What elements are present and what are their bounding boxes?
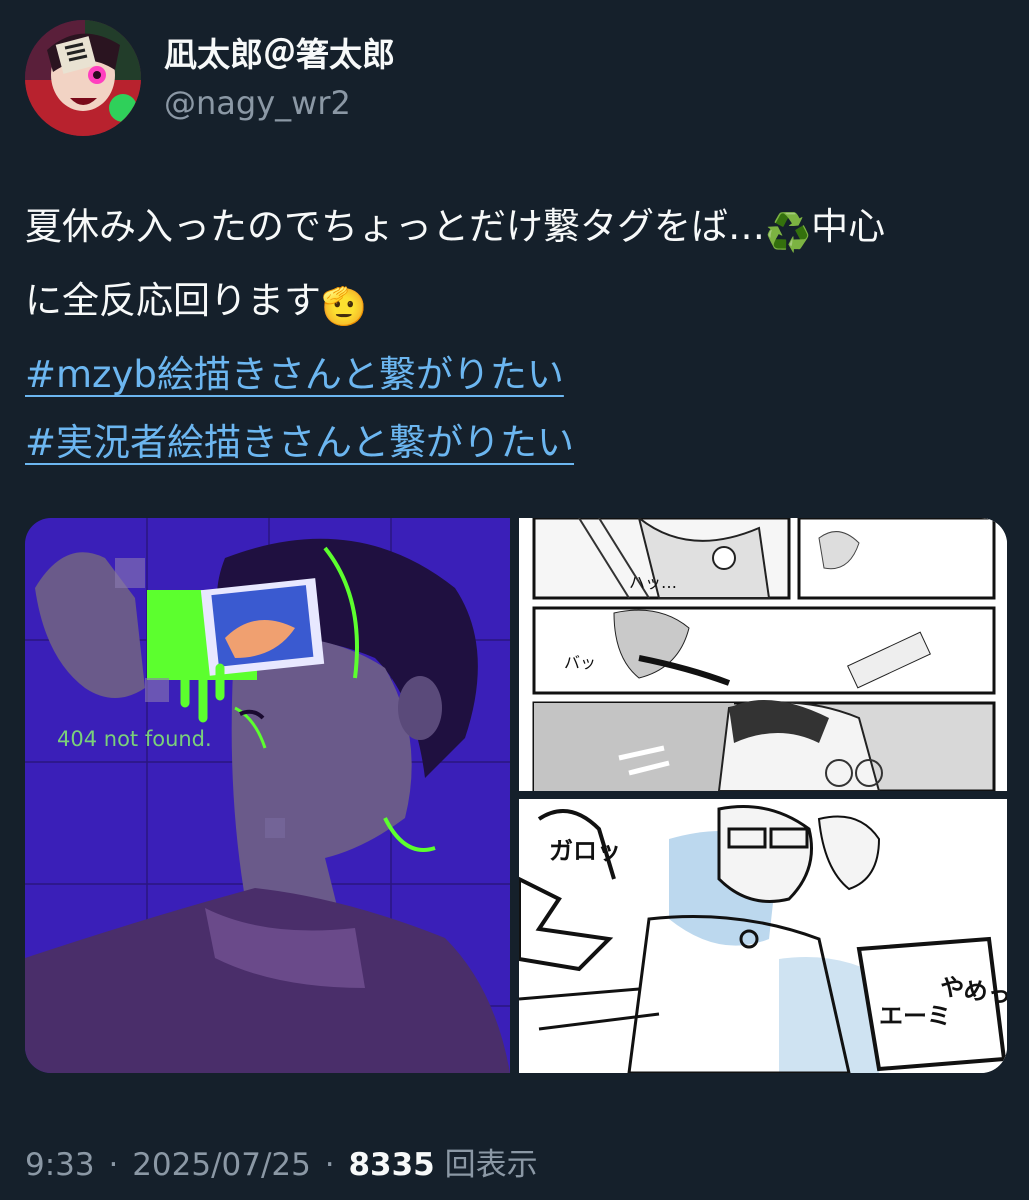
separator: · xyxy=(324,1147,335,1183)
comic-sfx: ガロッ xyxy=(549,837,621,865)
user-handle[interactable]: @nagy_wr2 xyxy=(164,84,351,122)
comic-sfx: バッ xyxy=(564,653,596,672)
tweet-text: 夏休み入ったのでちょっとだけ繋タグをば…♻️中心 に全反応回ります🫡 #mzyb… xyxy=(25,193,1010,477)
pointing-emoji-icon: 🫡 xyxy=(321,285,368,328)
media-image-illustration[interactable]: 404 not found. xyxy=(25,518,510,1073)
illustration-caption: 404 not found. xyxy=(57,727,212,751)
tweet-meta: 9:33 · 2025/07/25 · 8335 回表示 xyxy=(25,1139,538,1184)
media-image-comic-2[interactable]: ガロッ やめっ エーミ xyxy=(519,799,1007,1073)
tweet-text-segment: に全反応回ります xyxy=(25,279,321,322)
tweet-text-line-2: に全反応回ります🫡 xyxy=(25,267,1010,341)
views-label: 回表示 xyxy=(444,1147,538,1183)
avatar-image xyxy=(25,20,141,136)
comic-page-1-artwork: ハッ… バッ xyxy=(519,518,1007,791)
tweet-text-segment: 中心 xyxy=(811,205,886,248)
hashtag-line: #実況者絵描きさんと繋がりたい xyxy=(25,409,1010,477)
comic-sfx: エーミ xyxy=(879,1002,951,1030)
tweet-time[interactable]: 9:33 xyxy=(25,1147,95,1183)
recycle-emoji-icon: ♻️ xyxy=(765,211,812,254)
tweet-text-segment: 夏休み入ったのでちょっとだけ繋タグをば… xyxy=(25,205,765,248)
comic-sfx: ハッ… xyxy=(629,573,677,592)
hashtag-link-jikkyosha[interactable]: #実況者絵描きさんと繋がりたい xyxy=(25,409,574,477)
comic-page-2-artwork: ガロッ やめっ エーミ xyxy=(519,799,1007,1073)
tweet-text-line-1: 夏休み入ったのでちょっとだけ繋タグをば…♻️中心 xyxy=(25,193,1010,267)
hashtag-line: #mzyb絵描きさんと繋がりたい xyxy=(25,341,1010,409)
display-name[interactable]: 凪太郎＠箸太郎 xyxy=(164,28,395,76)
illustration-artwork: 404 not found. xyxy=(25,518,510,1073)
tweet-date[interactable]: 2025/07/25 xyxy=(132,1147,311,1183)
separator: · xyxy=(108,1147,119,1183)
views-count: 8335 xyxy=(348,1147,435,1183)
media-grid: 404 not found. ハッ… バッ ガロッ やめっ エーミ xyxy=(25,518,1007,1073)
hashtag-link-mzyb[interactable]: #mzyb絵描きさんと繋がりたい xyxy=(25,341,564,409)
tweet: 凪太郎＠箸太郎 @nagy_wr2 夏休み入ったのでちょっとだけ繋タグをば…♻️… xyxy=(0,0,1029,1200)
avatar[interactable] xyxy=(25,20,141,136)
media-image-comic-1[interactable]: ハッ… バッ xyxy=(519,518,1007,791)
